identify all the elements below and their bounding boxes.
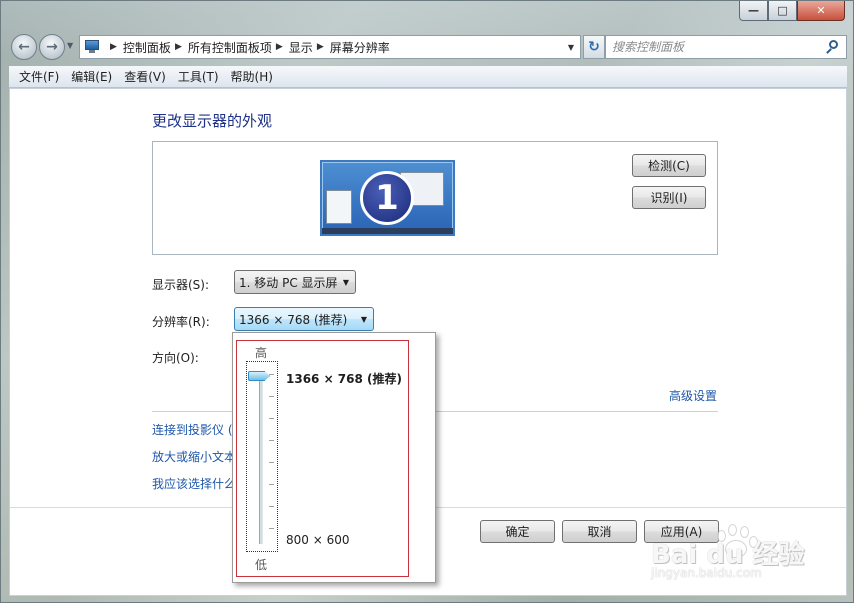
menu-edit[interactable]: 编辑(E) [65,68,118,85]
menu-tools[interactable]: 工具(T) [172,68,225,85]
page-title: 更改显示器的外观 [152,112,273,130]
slider-tick [269,462,274,463]
refresh-button[interactable]: ↻ [583,35,605,59]
slider-tick [269,374,274,375]
orientation-label: 方向(O): [152,351,199,365]
baidu-jingyan-watermark: Bai du 经验 jingyan.baidu.com [651,524,851,584]
control-panel-icon [84,40,100,54]
slider-tick [269,506,274,507]
text-size-link[interactable]: 放大或缩小文本 [152,448,236,465]
menu-file[interactable]: 文件(F) [13,68,65,85]
slider-tick [269,418,274,419]
taskbar-thumbnail [322,228,453,234]
breadcrumb-screen-resolution[interactable]: 屏幕分辨率 [330,39,390,56]
watermark-url: jingyan.baidu.com [651,566,762,580]
breadcrumb-display[interactable]: 显示 [289,39,313,56]
breadcrumb-all-items[interactable]: 所有控制面板项 [188,39,272,56]
slider-tick [269,528,274,529]
identify-button[interactable]: 识别(I) [632,186,706,209]
high-label: 高 [255,346,268,360]
window-thumbnail-icon [326,190,352,224]
max-resolution-label: 1366 × 768 (推荐) [286,372,403,386]
display-select[interactable]: 1. 移动 PC 显示屏 ▼ [234,270,356,294]
connect-projector-link[interactable]: 连接到投影仪 ( [152,421,233,438]
chevron-down-icon: ▼ [360,314,367,324]
display-select-value: 1. 移动 PC 显示屏 [239,275,338,290]
chevron-down-icon: ▼ [342,277,349,287]
which-settings-link[interactable]: 我应该选择什么 [152,475,236,492]
search-input[interactable] [612,40,822,54]
address-bar[interactable]: ▶ 控制面板 ▶ 所有控制面板项 ▶ 显示 ▶ 屏幕分辨率 ▼ [79,35,581,59]
address-dropdown-icon[interactable]: ▼ [562,43,580,52]
search-box[interactable] [605,35,847,59]
slider-tick [269,396,274,397]
menu-bar: 文件(F) 编辑(E) 查看(V) 工具(T) 帮助(H) [9,66,847,88]
caption-buttons: — □ ✕ [739,1,845,21]
search-icon[interactable] [826,40,840,54]
maximize-button[interactable]: □ [768,1,797,21]
control-panel-window: — □ ✕ ← → ▼ ▶ 控制面板 ▶ 所有控制面板项 ▶ 显示 ▶ 屏幕分辨… [0,0,854,603]
menu-view[interactable]: 查看(V) [118,68,172,85]
breadcrumb-separator-icon[interactable]: ▶ [110,42,117,52]
slider-track [259,374,263,544]
resolution-select-value: 1366 × 768 (推荐) [239,312,348,327]
resolution-label: 分辨率(R): [152,315,210,329]
low-label: 低 [255,558,268,572]
slider-thumb[interactable] [248,371,270,381]
detect-button[interactable]: 检测(C) [632,154,706,177]
resolution-select[interactable]: 1366 × 768 (推荐) ▼ [234,307,374,331]
slider-tick [269,440,274,441]
close-button[interactable]: ✕ [797,1,845,21]
min-resolution-label: 800 × 600 [286,533,350,547]
forward-button[interactable]: → [39,34,65,60]
display-label: 显示器(S): [152,278,210,292]
breadcrumb-control-panel[interactable]: 控制面板 [123,39,171,56]
minimize-button[interactable]: — [739,1,768,21]
slider-tick [269,484,274,485]
monitor-preview-box: 1 检测(C) 识别(I) [152,141,718,255]
recent-pages-dropdown-icon[interactable]: ▼ [67,41,73,50]
breadcrumb-separator-icon[interactable]: ▶ [175,42,182,52]
resolution-slider[interactable] [246,361,278,552]
refresh-icon: ↻ [588,39,600,55]
breadcrumb-separator-icon[interactable]: ▶ [317,42,324,52]
menu-help[interactable]: 帮助(H) [225,68,279,85]
resolution-dropdown-popup: 高 1366 × 768 (推荐) 800 × 600 低 [232,332,436,583]
advanced-settings-link[interactable]: 高级设置 [669,387,717,404]
ok-button[interactable]: 确定 [480,520,555,543]
breadcrumb-separator-icon[interactable]: ▶ [276,42,283,52]
back-button[interactable]: ← [11,34,37,60]
monitor-number-badge: 1 [360,171,414,225]
cancel-button[interactable]: 取消 [562,520,637,543]
monitor-1-thumbnail[interactable]: 1 [320,160,455,236]
navigation-bar: ← → ▼ ▶ 控制面板 ▶ 所有控制面板项 ▶ 显示 ▶ 屏幕分辨率 ▼ ↻ [9,32,847,60]
